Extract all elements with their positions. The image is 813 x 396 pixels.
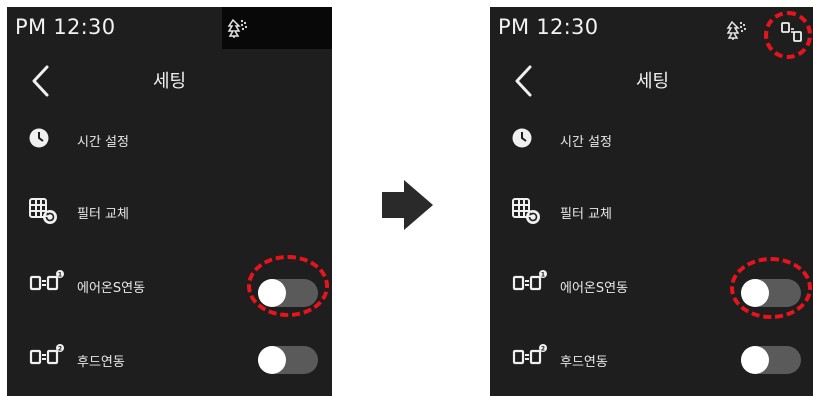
row-label-hood-link: 후드연동 xyxy=(560,355,608,370)
svg-text:2: 2 xyxy=(58,346,62,353)
filter-alert-icon xyxy=(227,18,248,38)
filter-replace-icon xyxy=(29,198,57,224)
svg-text:2: 2 xyxy=(541,346,545,353)
page-title: 세팅 xyxy=(635,71,670,92)
device-screen-after: PM 12:30 세팅 시간 설정 필터 교체 1 에어온S연동 2 후드연동 xyxy=(490,7,813,396)
filter-alert-icon xyxy=(726,20,747,40)
status-time: PM 12:30 xyxy=(15,15,116,39)
status-icon-area xyxy=(222,7,332,49)
hood-link-toggle[interactable] xyxy=(258,346,318,374)
link-device-1-icon: 1 xyxy=(29,270,64,291)
page-title: 세팅 xyxy=(152,71,187,92)
row-label-time-setting[interactable]: 시간 설정 xyxy=(77,131,129,150)
row-label-hood-link: 후드연동 xyxy=(77,355,125,370)
row-label-airon-link: 에어온S연동 xyxy=(560,281,629,296)
hood-link-toggle[interactable] xyxy=(741,346,801,374)
status-time: PM 12:30 xyxy=(498,15,599,39)
toggle-knob xyxy=(258,346,286,374)
svg-text:1: 1 xyxy=(541,272,545,279)
filter-replace-icon xyxy=(512,198,540,224)
clock-icon xyxy=(512,128,532,148)
toggle-knob xyxy=(741,346,769,374)
link-device-2-icon: 2 xyxy=(512,344,547,365)
highlight-marker xyxy=(247,255,329,317)
row-label-time-setting[interactable]: 시간 설정 xyxy=(560,131,612,150)
svg-text:1: 1 xyxy=(58,272,62,279)
row-label-filter-replace[interactable]: 필터 교체 xyxy=(560,203,612,222)
row-label-filter-replace[interactable]: 필터 교체 xyxy=(77,203,129,222)
link-device-2-icon: 2 xyxy=(29,344,64,365)
link-device-1-icon: 1 xyxy=(512,270,547,291)
device-screen-before: PM 12:30 세팅 시간 설정 필터 교체 1 에어온S연동 2 후드연동 xyxy=(7,7,332,396)
arrow-right-icon xyxy=(382,180,433,230)
row-label-airon-link: 에어온S연동 xyxy=(77,281,146,296)
highlight-marker xyxy=(764,11,812,59)
highlight-marker xyxy=(730,257,812,319)
clock-icon xyxy=(29,128,49,148)
